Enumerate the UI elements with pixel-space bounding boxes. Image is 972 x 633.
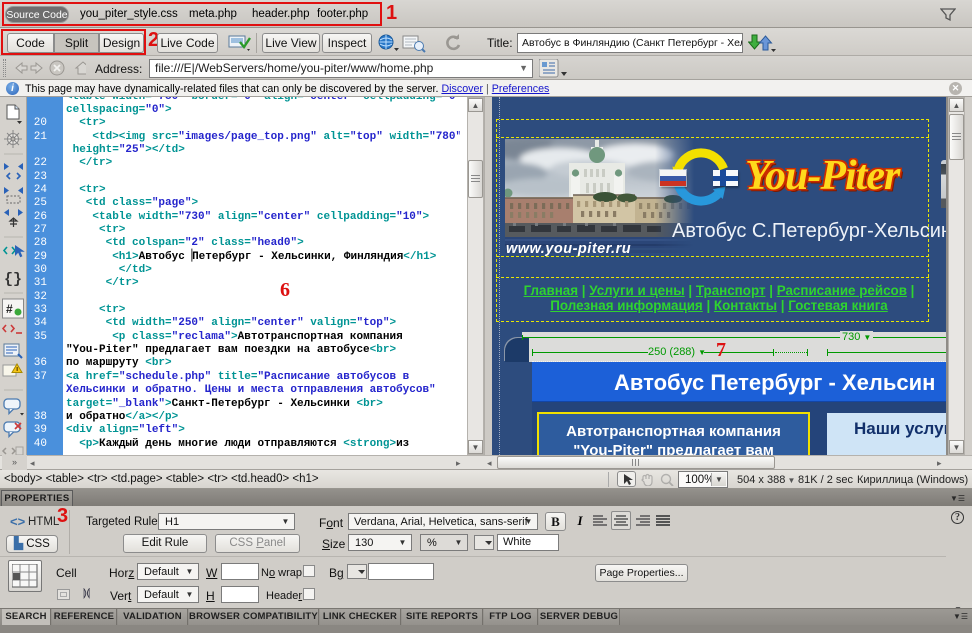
svg-text:#: #	[6, 302, 13, 316]
svg-text:{}: {}	[4, 271, 22, 288]
